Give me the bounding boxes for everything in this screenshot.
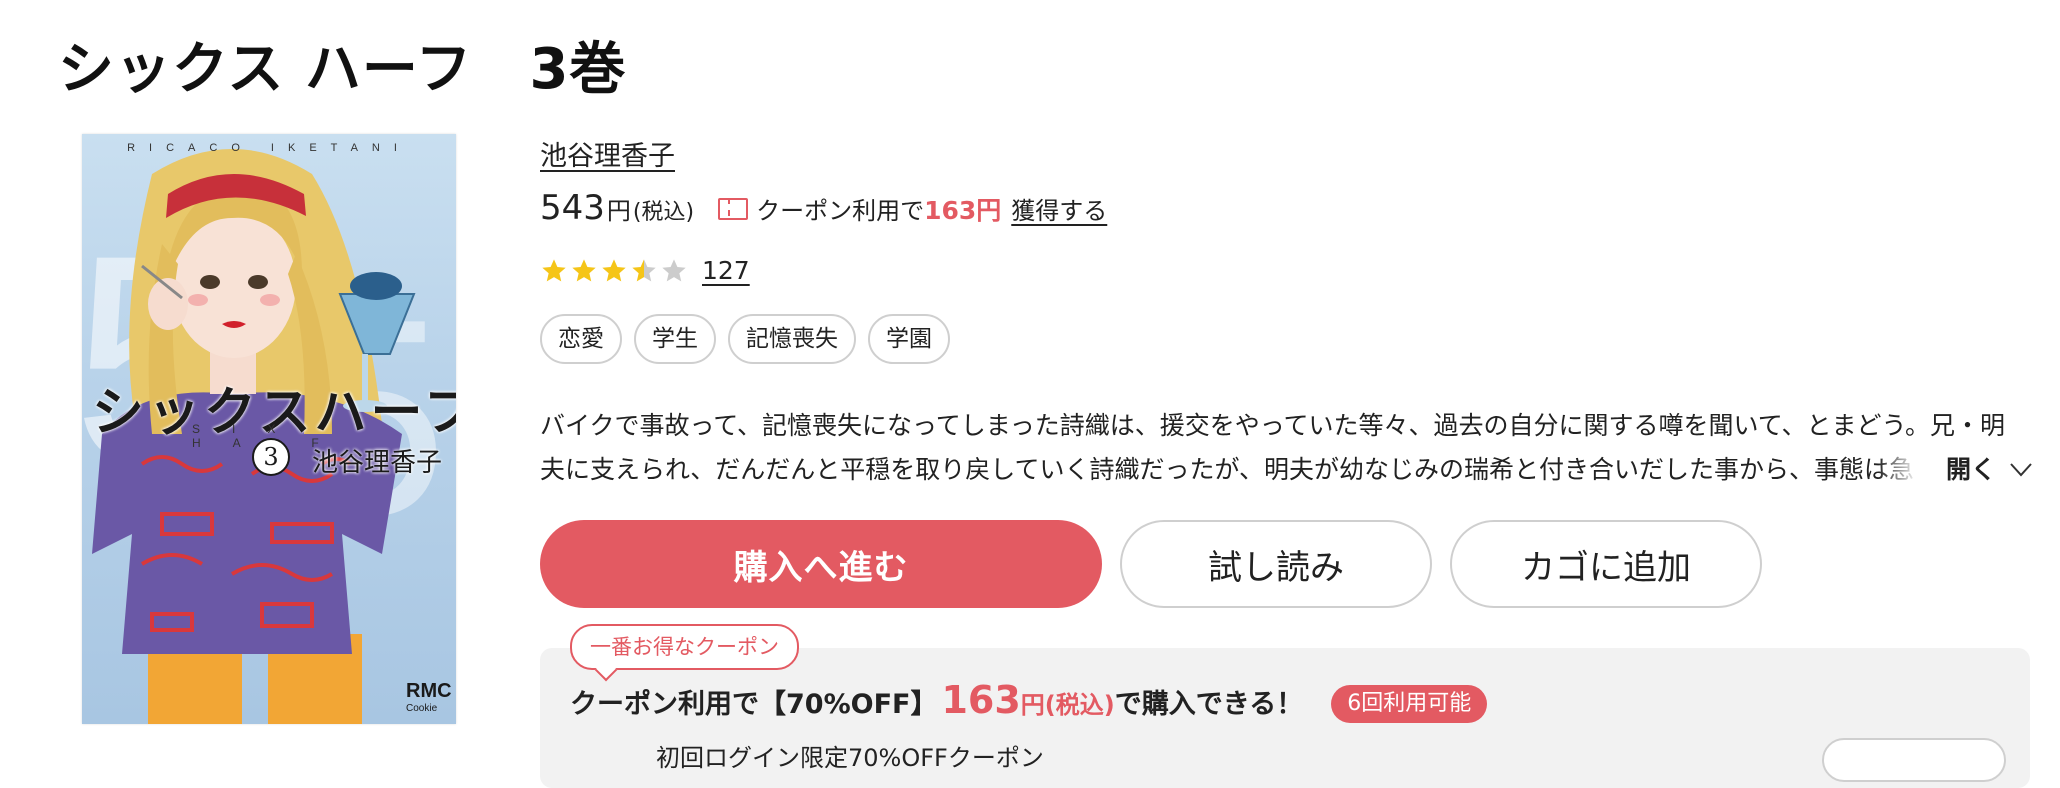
coupon-price: 163円 xyxy=(924,196,1002,225)
add-to-cart-button[interactable]: カゴに追加 xyxy=(1450,520,1762,608)
price-row: 543 円 (税込) クーポン利用で 163円 獲得する xyxy=(540,188,1107,228)
tag-chip[interactable]: 学生 xyxy=(634,314,716,364)
tag-chip[interactable]: 恋愛 xyxy=(540,314,622,364)
star-half-icon xyxy=(632,258,656,281)
price-value: 543 xyxy=(540,188,605,228)
coupon-headline-prefix: クーポン利用で【70%OFF】 xyxy=(570,689,938,720)
star-rating xyxy=(540,257,688,285)
best-coupon-badge: 一番お得なクーポン xyxy=(570,624,799,670)
description: バイクで事故って、記憶喪失になってしまった詩織は、援交をやっていた等々、過去の自… xyxy=(540,404,2020,492)
description-line-text: 夫に支えられ、だんだんと平穏を取り戻していく詩織だったが、明夫が幼なじみの瑞希と… xyxy=(540,455,1915,484)
price-unit: 円 xyxy=(606,197,631,225)
description-line: バイクで事故って、記憶喪失になってしまった詩織は、援交をやっていた等々、過去の自… xyxy=(540,411,2006,440)
expand-description-button[interactable]: 開く xyxy=(1946,448,2032,492)
description-line-truncated: 夫に支えられ、だんだんと平穏を取り戻していく詩織だったが、明夫が幼なじみの瑞希と… xyxy=(540,448,1918,492)
get-coupon-link[interactable]: 獲得する xyxy=(1011,191,1107,226)
rating-row: 127 xyxy=(540,256,750,285)
price-tax-note: (税込) xyxy=(632,200,695,225)
text-fade xyxy=(1878,448,1918,492)
page-title: シックス ハーフ 3巻 xyxy=(58,37,627,102)
cover-label-logo: RMC Cookie xyxy=(406,680,452,718)
coupon-headline-unit: 円(税込) xyxy=(1020,691,1115,719)
star-full-icon xyxy=(542,258,566,281)
cover-author: 池谷理香子 xyxy=(312,448,443,478)
coupon-action-button[interactable] xyxy=(1822,738,2006,782)
trial-read-button[interactable]: 試し読み xyxy=(1120,520,1432,608)
star-empty-icon xyxy=(662,258,686,281)
coupon-name: 初回ログイン限定70%OFFクーポン xyxy=(656,744,1044,772)
coupon-label: クーポン利用で xyxy=(756,197,925,225)
star-full-icon xyxy=(602,258,626,281)
cover-label-sub: Cookie xyxy=(406,703,438,714)
cover-label: RMC xyxy=(406,680,452,702)
cover-author-romaji: RICACO IKETANI xyxy=(127,142,411,154)
tag-chip[interactable]: 記憶喪失 xyxy=(728,314,856,364)
tag-chip[interactable]: 学園 xyxy=(868,314,950,364)
coupon-uses-badge: 6回利用可能 xyxy=(1331,685,1488,723)
purchase-button[interactable]: 購入へ進む xyxy=(540,520,1102,608)
genre-tags: 恋愛 学生 記憶喪失 学園 xyxy=(540,314,950,364)
coupon-ticket-icon xyxy=(718,198,749,220)
coupon-headline-suffix: で購入できる！ xyxy=(1114,689,1304,720)
expand-label: 開く xyxy=(1946,455,1997,484)
coupon-headline-price: 163 xyxy=(941,678,1021,722)
cover-volume-number: 3 xyxy=(252,438,290,476)
star-full-icon xyxy=(572,258,596,281)
chevron-down-icon xyxy=(2010,463,2032,477)
author-link[interactable]: 池谷理香子 xyxy=(540,134,675,173)
book-cover-image[interactable]: 5 5 xyxy=(82,134,456,724)
coupon-headline: クーポン利用で【70%OFF】 163 円(税込) で購入できる！ 6回利用可能 xyxy=(570,678,1488,726)
review-count-link[interactable]: 127 xyxy=(702,256,750,285)
